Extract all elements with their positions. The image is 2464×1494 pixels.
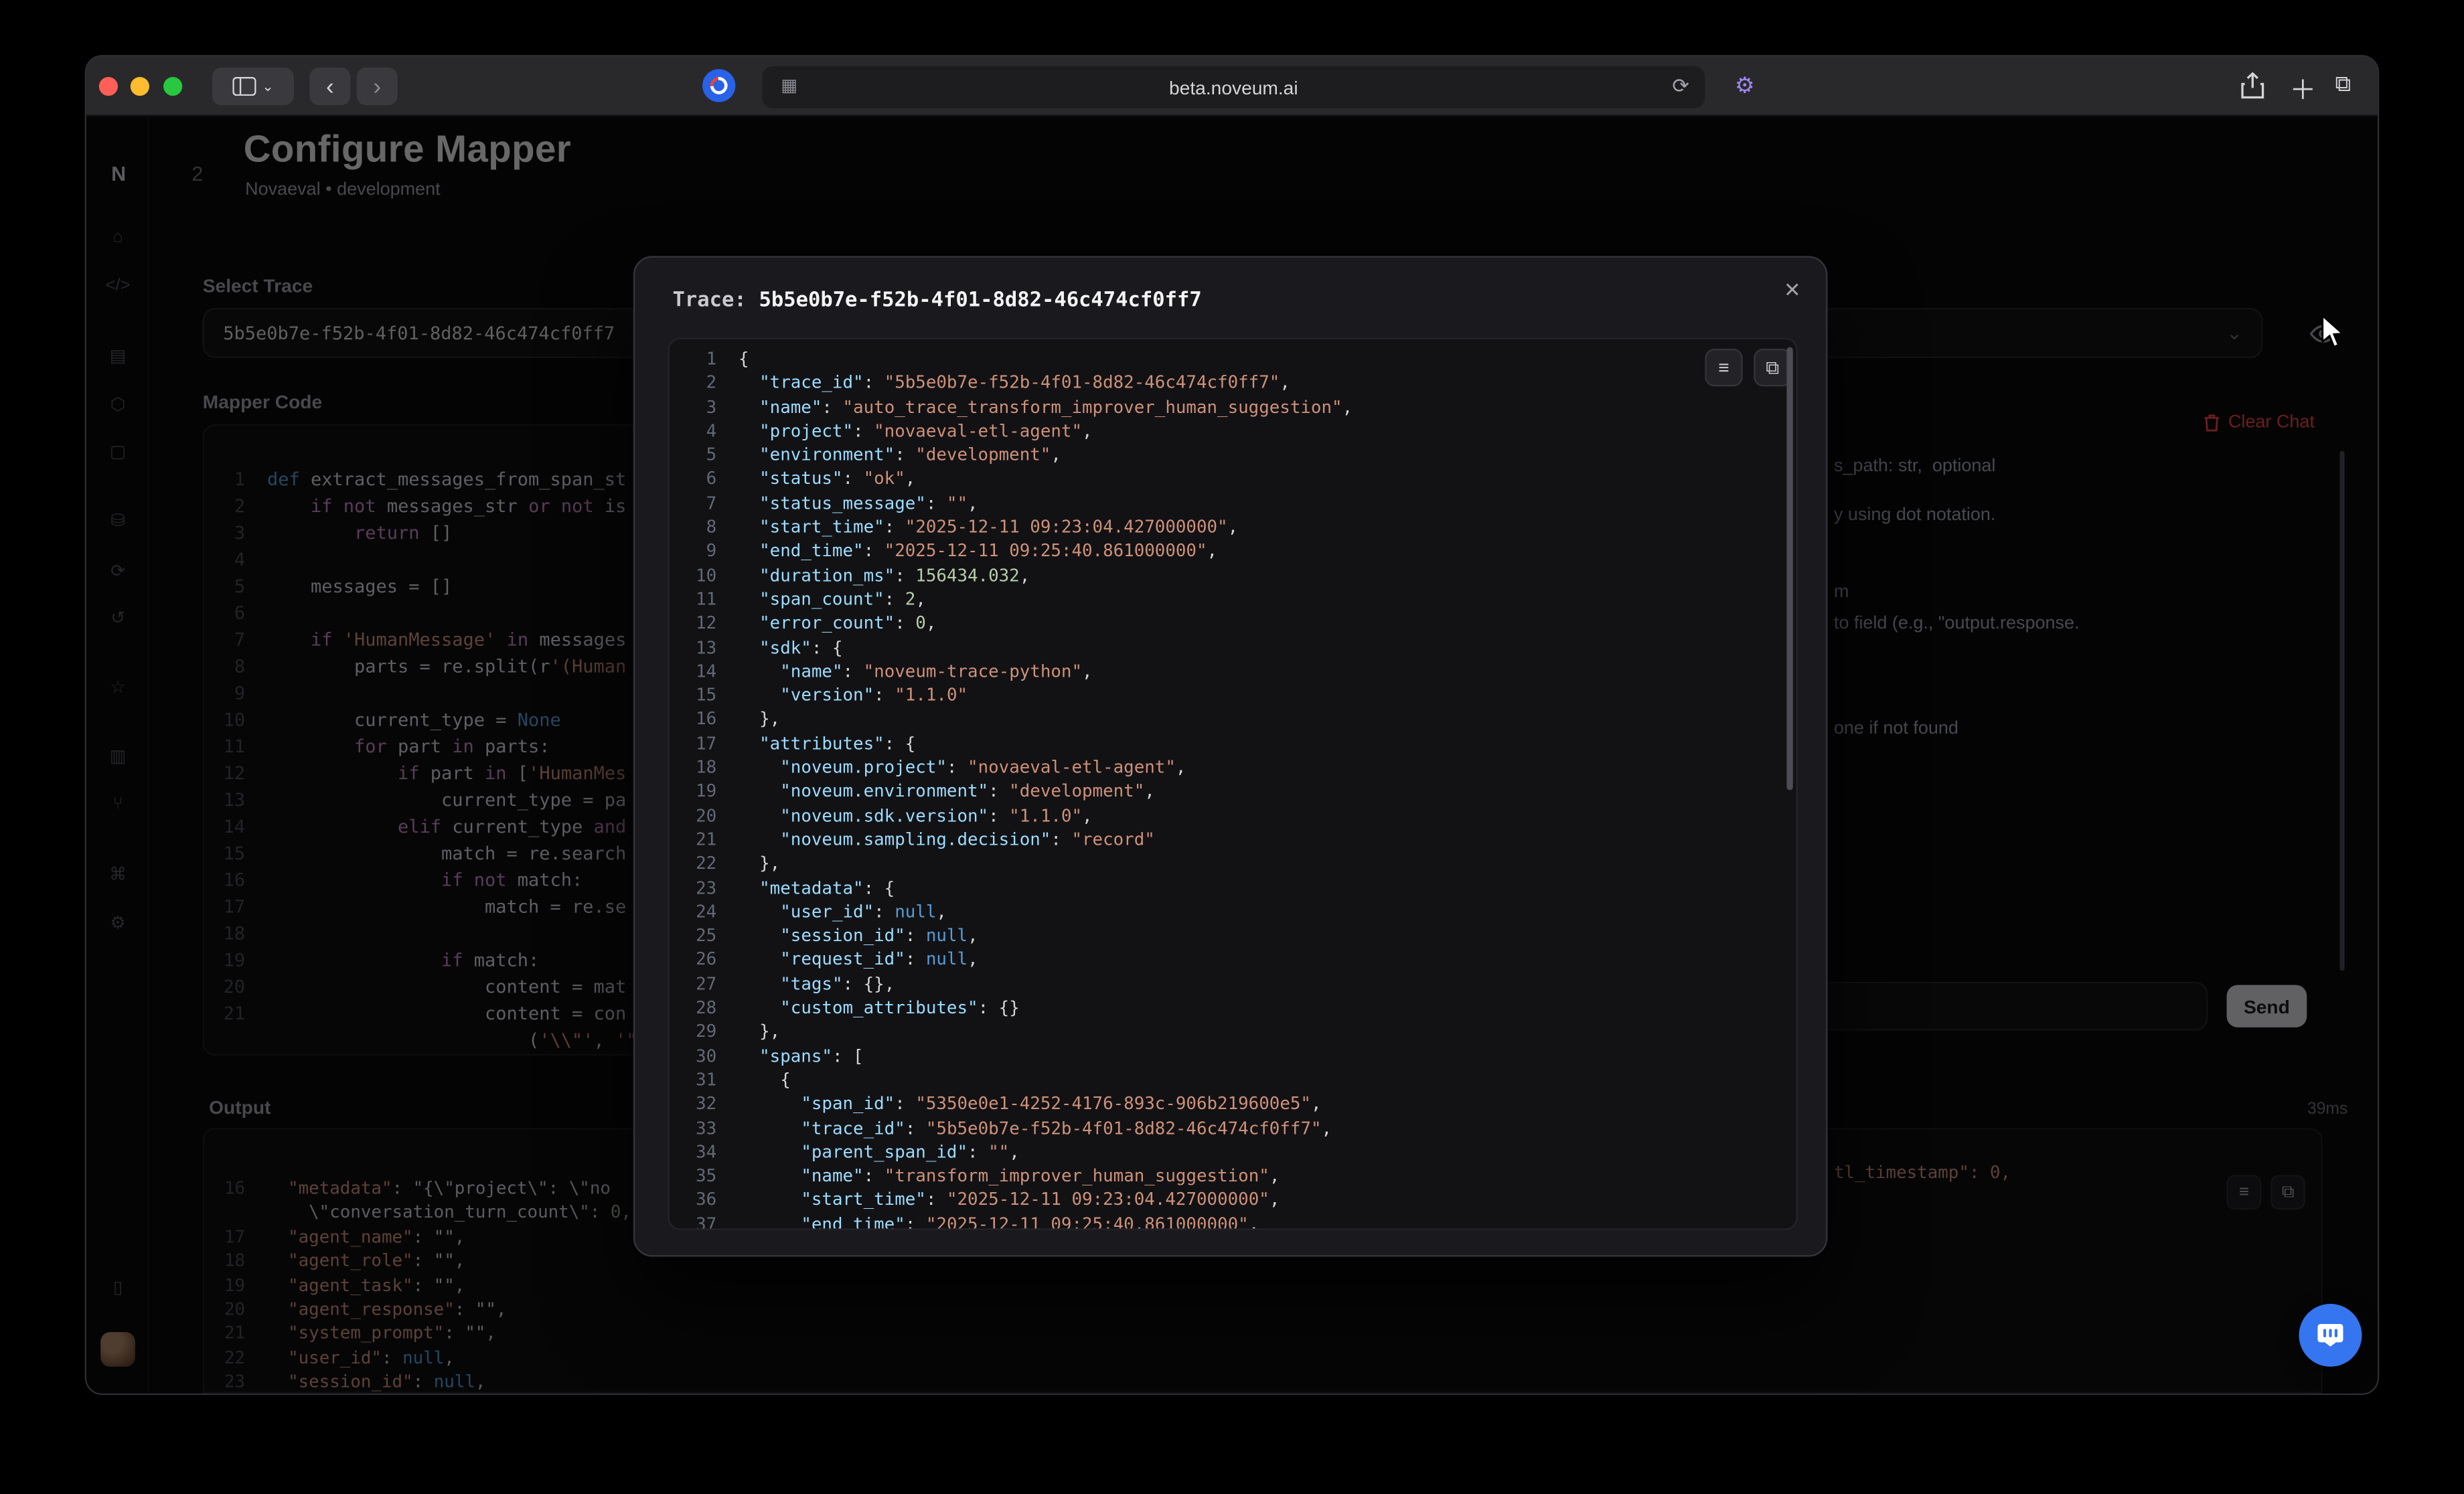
code-line: 8 "start_time": "2025-12-11 09:23:04.427… [670,515,1796,540]
window-minimize-button[interactable] [131,77,149,96]
code-line: 2 "trace_id": "5b5e0b7e-f52b-4f01-8d82-4… [670,371,1796,396]
code-line: 17 "attributes": { [670,732,1796,756]
code-line: 23 "metadata": { [670,876,1796,900]
tab-overview-icon[interactable]: ⧉ [2335,71,2350,98]
window-zoom-button[interactable] [163,77,182,96]
trace-title-label: Trace: [672,289,746,313]
code-line: 12 "error_count": 0, [670,612,1796,636]
chevron-down-icon: ⌄ [262,78,274,95]
close-icon[interactable]: ✕ [1784,278,1801,303]
reload-icon[interactable]: ⟳ [1672,74,1689,99]
code-line: 22 }, [670,852,1796,876]
code-line: 15 "version": "1.1.0" [670,683,1796,708]
back-button[interactable]: ‹ [309,68,350,105]
code-line: 16 }, [670,708,1796,732]
code-line: 13 "sdk": { [670,635,1796,659]
code-line: 28 "custom_attributes": {} [670,996,1796,1020]
code-line: 10 "duration_ms": 156434.032, [670,564,1796,588]
wrap-lines-button[interactable]: ≡ [1705,349,1742,386]
code-line: 30 "spans": [ [670,1044,1796,1068]
chat-bubble-icon [2316,1321,2344,1349]
url-text: beta.noveum.ai [762,66,1705,108]
mouse-cursor [2321,314,2347,359]
code-line: 18 "noveum.project": "novaeval-etl-agent… [670,756,1796,780]
page-content: N ⌂</>▤⬡▢⛁⟳↺☆▥⑂⌘⚙ ▯ 2 Configure Mapper N… [86,116,2378,1394]
code-line: 9 "end_time": "2025-12-11 09:25:40.86100… [670,540,1796,564]
code-line: 20 "noveum.sdk.version": "1.1.0", [670,804,1796,828]
json-scrollbar-thumb[interactable] [1786,347,1792,791]
code-line: 31 { [670,1068,1796,1092]
code-line: 36 "start_time": "2025-12-11 09:23:04.42… [670,1188,1796,1212]
browser-window: ⌄ ‹ › ▦ beta.noveum.ai ⟳ ⚙ ＋ ⧉ N [86,56,2378,1393]
sidebar-toggle-button[interactable]: ⌄ [212,68,294,105]
sidebar-icon [232,77,256,96]
code-line: 24 "user_id": null, [670,900,1796,924]
forward-button[interactable]: › [357,68,398,105]
code-line: 35 "name": "transform_improver_human_sug… [670,1164,1796,1188]
code-line: 26 "request_id": null, [670,948,1796,972]
code-line: 7 "status_message": "", [670,491,1796,515]
noveum-favicon[interactable] [702,69,735,102]
new-tab-icon[interactable]: ＋ [2289,68,2316,107]
trace-dialog-title: Trace: 5b5e0b7e-f52b-4f01-8d82-46c474cf0f… [672,289,1201,313]
code-line: 29 }, [670,1020,1796,1044]
browser-toolbar: ⌄ ‹ › ▦ beta.noveum.ai ⟳ ⚙ ＋ ⧉ [86,56,2378,116]
code-line: 11 "span_count": 2, [670,588,1796,612]
code-line: 27 "tags": {}, [670,972,1796,996]
address-bar[interactable]: ▦ beta.noveum.ai ⟳ [762,66,1705,108]
code-line: 33 "trace_id": "5b5e0b7e-f52b-4f01-8d82-… [670,1116,1796,1140]
trace-dialog: Trace: 5b5e0b7e-f52b-4f01-8d82-46c474cf0f… [633,256,1828,1257]
noveum-logo-ring [707,74,731,98]
code-line: 37 "end_time": "2025-12-11 09:25:40.8610… [670,1212,1796,1230]
copy-json-button[interactable]: ⧉ [1754,349,1791,386]
extension-gear-icon[interactable]: ⚙ [1735,72,1754,99]
code-line: 34 "parent_span_id": "", [670,1140,1796,1164]
share-icon[interactable] [2241,72,2264,104]
code-line: 5 "environment": "development", [670,443,1796,467]
code-line: 14 "name": "noveum-trace-python", [670,659,1796,683]
code-line: 25 "session_id": null, [670,924,1796,948]
window-close-button[interactable] [99,77,118,96]
code-line: 32 "span_id": "5350e0e1-4252-4176-893c-9… [670,1092,1796,1116]
code-line: 3 "name": "auto_trace_transform_improver… [670,395,1796,419]
desktop: ⌄ ‹ › ▦ beta.noveum.ai ⟳ ⚙ ＋ ⧉ N [0,0,2464,1494]
trace-id-value: 5b5e0b7e-f52b-4f01-8d82-46c474cf0ff7 [759,289,1201,313]
code-line: 21 "noveum.sampling.decision": "record" [670,828,1796,852]
code-line: 4 "project": "novaeval-etl-agent", [670,419,1796,443]
trace-json-viewer[interactable]: 1{2 "trace_id": "5b5e0b7e-f52b-4f01-8d82… [668,338,1797,1230]
code-line: 19 "noveum.environment": "development", [670,780,1796,804]
code-line: 6 "status": "ok", [670,467,1796,491]
code-line: 1{ [670,347,1796,371]
chat-widget-button[interactable] [2299,1304,2362,1367]
